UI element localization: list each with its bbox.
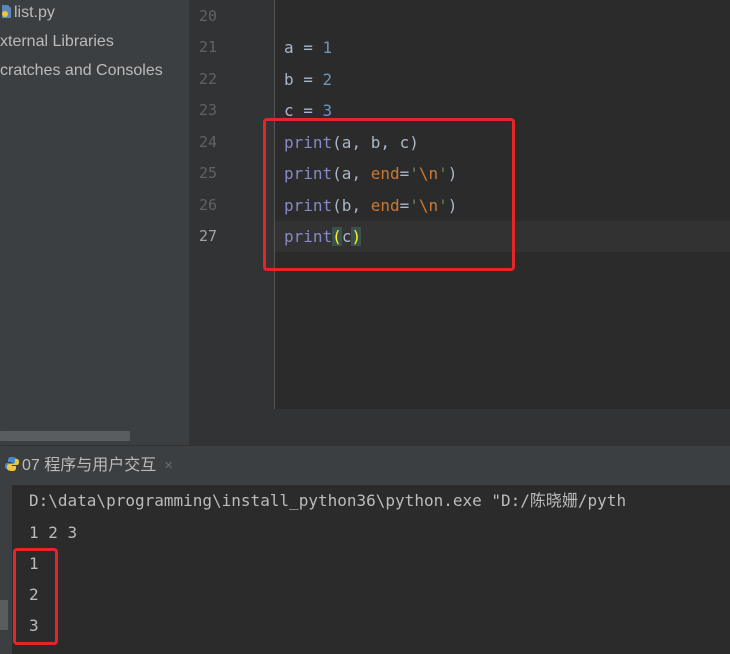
tree-item-label: cratches and Consoles xyxy=(0,62,163,79)
line-number: 24 xyxy=(198,133,217,151)
line-number: 20 xyxy=(198,7,217,25)
code-line-21: a = 1 xyxy=(284,38,333,57)
console-line: 1 2 3 xyxy=(29,523,78,542)
line-number: 26 xyxy=(198,196,217,214)
annotation-box-output xyxy=(13,548,58,645)
tree-item-scratches-consoles[interactable]: cratches and Consoles xyxy=(0,58,163,84)
python-icon xyxy=(4,448,20,488)
close-icon[interactable]: × xyxy=(164,457,173,474)
horizontal-scrollbar[interactable] xyxy=(0,431,130,441)
editor-bottom-strip xyxy=(189,409,730,445)
run-tab-label: 07 程序与用户交互 xyxy=(22,457,157,474)
line-number: 21 xyxy=(198,38,217,56)
line-number-active: 27 xyxy=(198,227,217,245)
run-tab[interactable]: 07 程序与用户交互 × xyxy=(4,446,173,486)
line-number: 23 xyxy=(198,101,217,119)
line-number: 22 xyxy=(198,70,217,88)
tree-item-external-libraries[interactable]: xternal Libraries xyxy=(0,29,114,55)
toolbar-button[interactable] xyxy=(0,600,8,630)
tree-item-list-py[interactable]: list.py xyxy=(0,0,55,26)
annotation-box-code xyxy=(263,118,515,271)
python-file-icon xyxy=(0,2,12,28)
tree-item-label: list.py xyxy=(14,4,55,21)
tree-item-label: xternal Libraries xyxy=(0,33,114,50)
console-line: D:\data\programming\install_python36\pyt… xyxy=(29,491,627,510)
project-tree-panel: list.py xternal Libraries cratches and C… xyxy=(0,0,189,445)
run-tool-window-header: 07 程序与用户交互 × xyxy=(0,445,730,485)
code-line-22: b = 2 xyxy=(284,70,333,89)
line-number: 25 xyxy=(198,164,217,182)
run-console-output[interactable]: D:\data\programming\install_python36\pyt… xyxy=(12,485,730,654)
